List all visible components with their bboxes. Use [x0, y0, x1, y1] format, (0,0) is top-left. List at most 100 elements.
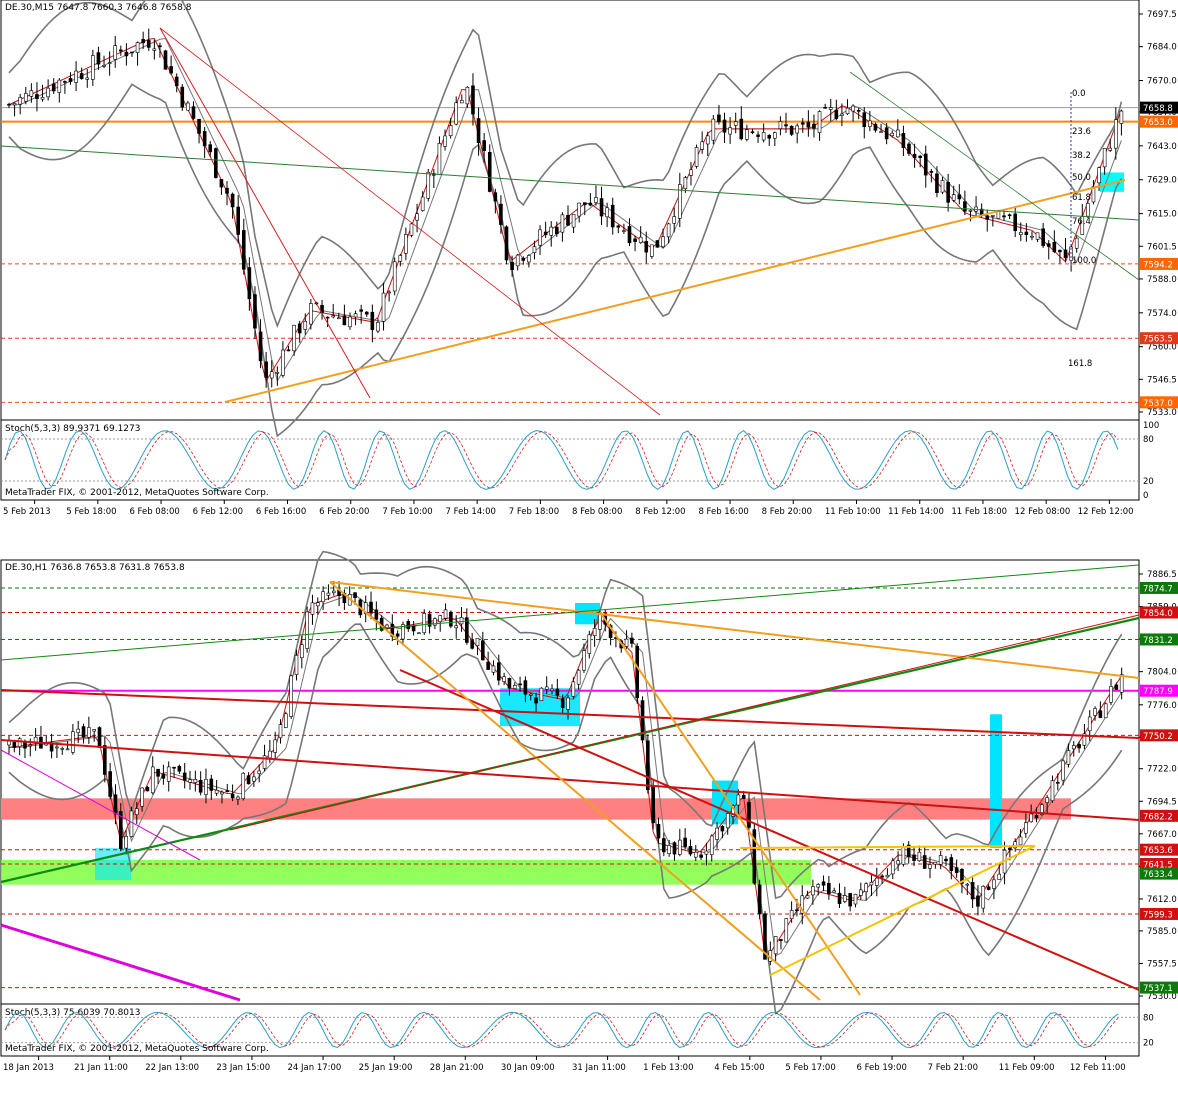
x-tick-label: 7 Feb 14:00	[446, 507, 496, 517]
candle-body	[102, 65, 106, 67]
indicator-level-label: 20	[1143, 477, 1154, 487]
candle-body	[1086, 202, 1090, 217]
candle-body	[610, 204, 615, 228]
price-label: 7633.4	[1143, 870, 1173, 880]
candle-body	[219, 179, 224, 188]
candle-body	[970, 882, 975, 900]
x-tick-label: 25 Jan 19:00	[359, 1063, 413, 1073]
candle-body	[550, 688, 554, 691]
m15-panel: 7697.57684.07670.07657.07643.07629.07615…	[0, 0, 1178, 517]
y-tick-label: 7694.5	[1147, 797, 1177, 807]
candle-body	[699, 854, 703, 858]
price-label: 7537.0	[1143, 399, 1173, 409]
candle-body	[795, 125, 799, 134]
candle-body	[1029, 813, 1033, 823]
candle-body	[1119, 674, 1124, 693]
price-label: 7653.6	[1143, 846, 1173, 856]
candle-body	[544, 686, 549, 690]
candle-body	[197, 118, 201, 134]
x-tick-label: 21 Jan 11:00	[74, 1063, 128, 1073]
candle-body	[1061, 760, 1065, 781]
candle-body	[246, 775, 251, 785]
candle-body	[907, 143, 911, 154]
y-tick-label: 7601.5	[1147, 242, 1177, 252]
candle-body	[482, 140, 486, 151]
candle-body	[18, 97, 22, 105]
y-tick-label: 7776.0	[1147, 701, 1177, 711]
candle-body	[816, 884, 821, 888]
candle-body	[119, 49, 123, 52]
orange-trendline-2	[329, 581, 821, 1001]
x-tick-label: 12 Feb 11:00	[1070, 1063, 1126, 1073]
candle-body	[778, 121, 783, 130]
indicator-level-label: 80	[1143, 435, 1154, 445]
candle-body	[879, 131, 883, 133]
candle-body	[885, 874, 890, 878]
x-tick-label: 30 Jan 09:00	[501, 1063, 555, 1073]
candle-body	[715, 827, 719, 840]
price-label: 7658.8	[1143, 104, 1173, 114]
y-tick-label: 7612.0	[1147, 895, 1177, 905]
candle-body	[459, 100, 464, 104]
candle-body	[622, 230, 626, 232]
x-tick-label: 8 Feb 12:00	[635, 507, 685, 517]
candle-body	[286, 349, 291, 352]
candle-body	[1114, 684, 1119, 690]
candle-body	[976, 895, 980, 907]
candle-body	[300, 644, 304, 659]
candle-body	[667, 845, 671, 854]
candle-body	[694, 147, 699, 167]
candle-body	[859, 889, 863, 896]
price-label: 7854.0	[1143, 609, 1173, 619]
candle-body	[253, 294, 257, 329]
candle-body	[459, 617, 464, 625]
candle-body	[507, 678, 512, 689]
candle-body	[750, 131, 755, 134]
candle-body	[417, 632, 421, 635]
y-tick-label: 7574.0	[1147, 309, 1177, 319]
candle-body	[1008, 847, 1012, 851]
candle-body	[28, 744, 33, 747]
candle-body	[689, 169, 693, 176]
y-tick-label: 7697.5	[1147, 10, 1177, 20]
candle-body	[756, 134, 760, 137]
candle-body	[693, 851, 698, 858]
candle-body	[23, 93, 28, 102]
candle-body	[193, 779, 198, 783]
x-tick-label: 7 Feb 18:00	[509, 507, 559, 517]
candle-body	[638, 236, 643, 243]
candle-body	[739, 118, 744, 140]
stochastic-indicator: Stoch(5,3,3) 75.6039 70.80138020MetaTrad…	[1, 1008, 1154, 1054]
candle-body	[292, 324, 296, 352]
candle-body	[1108, 147, 1113, 151]
candle-body	[1063, 249, 1068, 259]
candle-body	[129, 810, 134, 837]
candle-body	[767, 135, 772, 139]
candle-body	[449, 611, 453, 627]
candle-body	[747, 801, 751, 828]
candle-body	[1071, 745, 1076, 750]
y-tick-label: 7629.0	[1147, 176, 1177, 186]
candle-body	[720, 826, 725, 832]
candle-body	[331, 315, 336, 318]
orange-trendline	[329, 581, 1140, 679]
candle-body	[420, 196, 425, 211]
price-label: 7563.5	[1143, 335, 1173, 345]
candle-body	[1074, 237, 1079, 249]
candle-body	[1052, 241, 1057, 252]
fib-level-label: 38.2	[1072, 151, 1091, 161]
candle-body	[60, 748, 65, 750]
candle-body	[33, 736, 38, 743]
x-tick-label: 5 Feb 17:00	[785, 1063, 835, 1073]
candle-body	[225, 187, 229, 194]
candle-body	[278, 724, 283, 739]
candle-body	[209, 778, 214, 791]
candle-body	[880, 875, 884, 878]
candle-body	[779, 939, 783, 941]
candle-body	[592, 628, 597, 636]
candle-body	[107, 62, 112, 64]
candle-body	[997, 873, 1002, 880]
candle-body	[404, 234, 408, 254]
candle-body	[145, 786, 150, 792]
candle-body	[722, 119, 727, 133]
